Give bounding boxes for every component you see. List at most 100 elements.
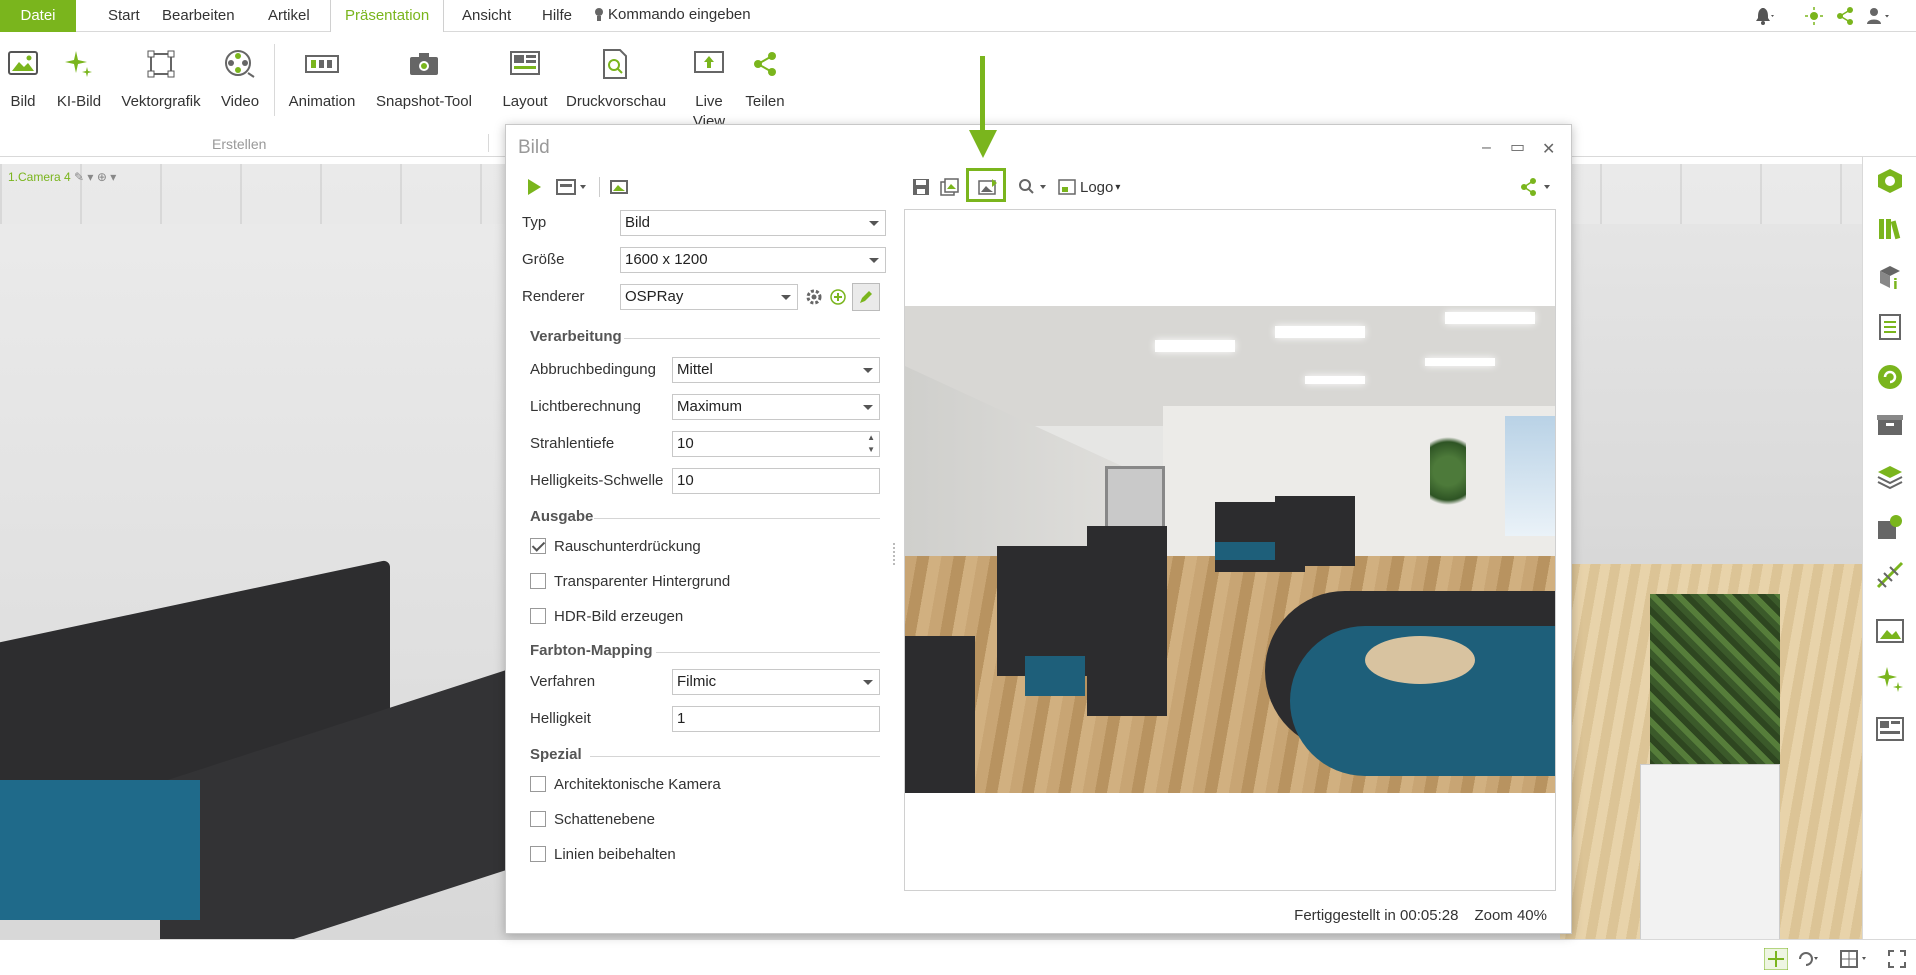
menu-start[interactable]: Start: [94, 0, 154, 32]
share-icon[interactable]: [1836, 6, 1854, 26]
hell-schwelle-input[interactable]: 10: [672, 468, 880, 494]
refresh-icon[interactable]: [1876, 363, 1904, 391]
bild-dialog: Bild – ▭ ✕ Logo ▾ Typ Bild Größe 1600 x 1…: [505, 124, 1572, 934]
sun-icon[interactable]: [1804, 6, 1824, 26]
camera-label[interactable]: 1.Camera 4 ✎ ▾ ⊕ ▾: [8, 170, 116, 184]
edit-renderer-button[interactable]: [852, 283, 880, 311]
rauschunterdrueckung-checkbox[interactable]: Rauschunterdrückung: [530, 537, 701, 557]
add-icon[interactable]: [830, 289, 846, 309]
play-render-icon[interactable]: [526, 175, 542, 199]
menu-hilfe[interactable]: Hilfe: [528, 0, 586, 32]
splitter-handle[interactable]: [893, 543, 895, 565]
image-icon[interactable]: [1876, 617, 1904, 645]
gear-icon[interactable]: [806, 289, 822, 309]
image-settings-icon[interactable]: [610, 175, 628, 199]
checkbox-box[interactable]: [530, 573, 546, 589]
list-icon[interactable]: [1876, 313, 1904, 341]
checkbox-box[interactable]: [530, 538, 546, 554]
strahlen-spinner[interactable]: 10 ▲ ▼: [672, 431, 880, 457]
render-booth: [905, 636, 975, 793]
ribbon-group-label: Erstellen: [212, 136, 267, 152]
copy-image-icon[interactable]: [940, 175, 960, 199]
ribbon-bild-button[interactable]: Bild: [8, 40, 38, 112]
hell-schwelle-value: 10: [677, 472, 694, 489]
rotate-icon[interactable]: [1796, 950, 1822, 968]
ribbon-video-button[interactable]: Video: [218, 40, 262, 112]
section-verarbeitung: Verarbeitung: [530, 328, 622, 345]
view-mode-icon[interactable]: [556, 175, 588, 199]
menu-praesentation[interactable]: Präsentation: [330, 0, 445, 33]
hdr-checkbox[interactable]: HDR-Bild erzeugen: [530, 607, 683, 627]
checkbox-label: Architektonische Kamera: [554, 776, 721, 793]
target-icon[interactable]: ⊕ ▾: [97, 170, 116, 184]
render-preview[interactable]: [904, 209, 1556, 891]
ribbon-druckvorschau-button[interactable]: Druckvorschau: [566, 40, 667, 112]
spinner-arrows-icon[interactable]: ▲ ▼: [867, 432, 875, 456]
render-plant: [1430, 426, 1466, 516]
render-light: [1275, 326, 1365, 338]
ribbon-ki-bild-button[interactable]: KI-Bild: [54, 40, 104, 112]
licht-select[interactable]: Maximum: [672, 394, 880, 420]
box-icon[interactable]: [1876, 411, 1904, 439]
schattenebene-checkbox[interactable]: Schattenebene: [530, 810, 655, 830]
groesse-select[interactable]: 1600 x 1200: [620, 247, 886, 273]
fullscreen-icon[interactable]: [1888, 950, 1906, 968]
minimize-icon[interactable]: –: [1482, 139, 1491, 157]
render-time: Fertiggestellt in 00:05:28: [1294, 907, 1459, 924]
camera-icon: [410, 53, 438, 75]
save-icon[interactable]: [912, 175, 930, 199]
measure-icon[interactable]: [1876, 561, 1904, 589]
checkbox-box[interactable]: [530, 811, 546, 827]
ribbon-layout-button[interactable]: Layout: [500, 40, 550, 112]
ribbon-animation-button[interactable]: Animation: [286, 40, 358, 112]
move-icon[interactable]: [1764, 948, 1788, 970]
user-icon[interactable]: [1866, 6, 1892, 26]
ribbon-vektorgrafik-button[interactable]: Vektorgrafik: [118, 40, 204, 112]
checkbox-box[interactable]: [530, 776, 546, 792]
typ-select[interactable]: Bild: [620, 210, 886, 236]
ribbon-label: Druckvorschau: [566, 93, 667, 110]
ribbon-teilen-button[interactable]: Teilen: [744, 40, 786, 112]
render-booth: [1087, 526, 1167, 716]
menu-bearbeiten[interactable]: Bearbeiten: [148, 0, 249, 32]
checkbox-label: Rauschunterdrückung: [554, 538, 701, 555]
view-grid-icon[interactable]: [1840, 950, 1870, 968]
renderer-select[interactable]: OSPRay: [620, 284, 798, 310]
catalog-icon[interactable]: [1876, 167, 1904, 195]
command-input[interactable]: Kommando eingeben: [594, 0, 751, 32]
toolbar-separator: [599, 177, 600, 197]
edit-icon[interactable]: ✎ ▾: [74, 170, 93, 184]
share-dropdown[interactable]: [1520, 175, 1556, 199]
dialog-status: Fertiggestellt in 00:05:28 Zoom 40%: [1294, 907, 1547, 924]
zoom-icon[interactable]: [1018, 175, 1048, 199]
material-settings-icon[interactable]: [1876, 513, 1904, 541]
ribbon-label: Teilen: [745, 93, 785, 110]
library-icon[interactable]: [1876, 215, 1904, 243]
linien-checkbox[interactable]: Linien beibehalten: [530, 845, 676, 865]
arch-kamera-checkbox[interactable]: Architektonische Kamera: [530, 775, 721, 795]
layout-icon[interactable]: [1876, 715, 1904, 743]
checkbox-box[interactable]: [530, 846, 546, 862]
menu-datei[interactable]: Datei: [0, 0, 76, 32]
article-info-icon[interactable]: i: [1876, 263, 1904, 291]
layers-icon[interactable]: [1876, 463, 1904, 491]
ribbon-live-view-button[interactable]: Live View: [690, 40, 728, 132]
logo-dropdown[interactable]: Logo ▾: [1058, 175, 1120, 199]
abbruch-select[interactable]: Mittel: [672, 357, 880, 383]
close-icon[interactable]: ✕: [1542, 139, 1555, 159]
verfahren-select[interactable]: Filmic: [672, 669, 880, 695]
ribbon-snapshot-button[interactable]: Snapshot-Tool: [374, 40, 474, 112]
sparkle-icon[interactable]: [1876, 665, 1904, 693]
menu-artikel[interactable]: Artikel: [254, 0, 324, 32]
rendered-image: [905, 306, 1555, 793]
maximize-icon[interactable]: ▭: [1510, 137, 1525, 157]
transparent-bg-checkbox[interactable]: Transparenter Hintergrund: [530, 572, 730, 592]
groesse-value: 1600 x 1200: [625, 251, 708, 268]
checkbox-box[interactable]: [530, 608, 546, 624]
helligkeit-input[interactable]: 1: [672, 706, 880, 732]
render-light: [1305, 376, 1365, 384]
menu-ansicht[interactable]: Ansicht: [448, 0, 525, 32]
bell-icon[interactable]: [1754, 6, 1776, 26]
plant-wall: [1650, 594, 1780, 784]
strahlen-label: Strahlentiefe: [530, 435, 615, 452]
